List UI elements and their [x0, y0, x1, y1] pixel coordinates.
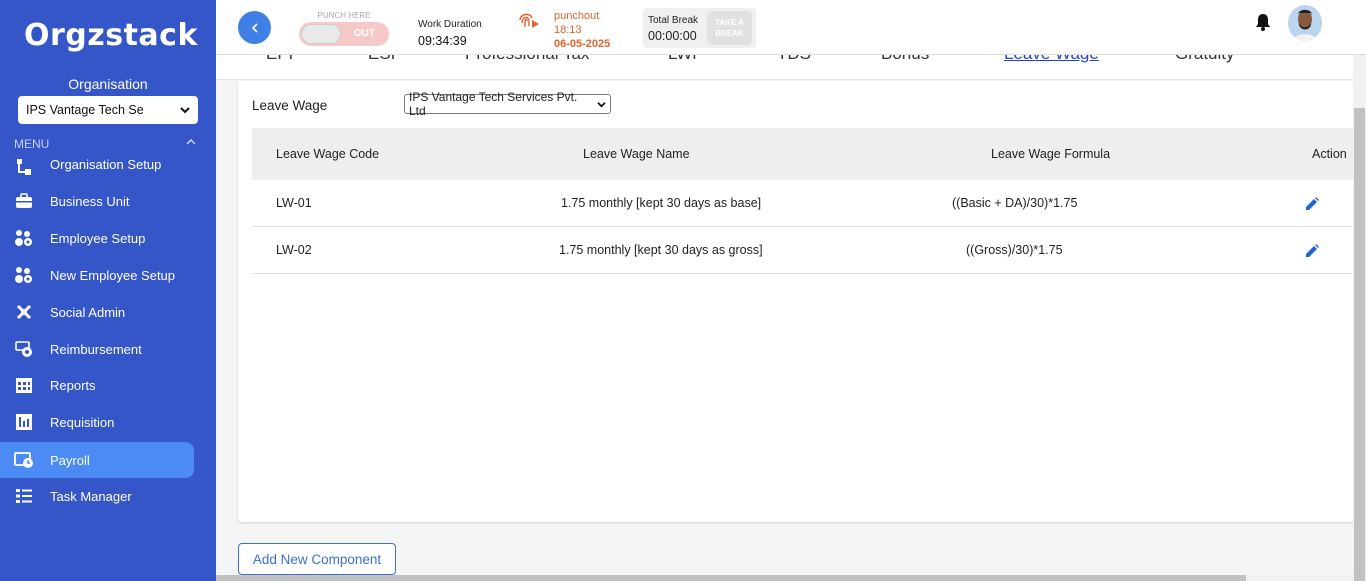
cell-name: 1.75 monthly [kept 30 days as gross]	[559, 243, 763, 257]
chevron-down-icon	[180, 103, 190, 117]
chevron-up-icon[interactable]	[186, 137, 196, 149]
sidebar-item-label: Social Admin	[50, 304, 126, 320]
sidebar-item-social-admin[interactable]: Social Admin	[0, 294, 194, 330]
vertical-scrollbar-thumb[interactable]	[1354, 108, 1365, 581]
table-header: Leave Wage Code Leave Wage Name Leave Wa…	[252, 128, 1355, 180]
punch-toggle-knob	[301, 24, 341, 44]
punchout-label: punchout	[554, 10, 600, 22]
users-gear-icon	[13, 264, 35, 286]
briefcase-icon	[13, 190, 35, 212]
punch-caption: PUNCH HERE	[317, 11, 371, 20]
company-select[interactable]: IPS Vantage Tech Services Pvt. Ltd	[404, 90, 611, 118]
edit-icon[interactable]	[1304, 243, 1320, 259]
column-header-formula: Leave Wage Formula	[991, 147, 1111, 161]
hierarchy-icon	[13, 157, 35, 179]
payroll-icon	[13, 449, 35, 471]
organisation-select[interactable]: IPS Vantage Tech Se	[18, 96, 198, 124]
organisation-label: Organisation	[68, 76, 148, 92]
leave-wage-table: Leave Wage Code Leave Wage Name Leave Wa…	[252, 128, 1355, 274]
sidebar: Orgzstack Organisation IPS Vantage Tech …	[0, 0, 216, 581]
column-header-code: Leave Wage Code	[276, 147, 380, 161]
users-gear-icon	[13, 227, 35, 249]
punchout-date: 06-05-2025	[554, 38, 611, 50]
cell-name: 1.75 monthly [kept 30 days as base]	[561, 196, 762, 210]
sidebar-item-task-manager[interactable]: Task Manager	[0, 478, 194, 514]
column-header-action: Action	[1312, 147, 1347, 161]
work-duration-label: Work Duration	[418, 19, 482, 30]
bell-icon[interactable]	[1255, 13, 1271, 31]
add-new-component-button[interactable]: Add New Component	[238, 543, 396, 575]
calendar-grid-icon	[13, 374, 35, 396]
chevron-left-icon	[251, 22, 258, 33]
total-break-value: 00:00:00	[648, 29, 697, 43]
punch-widget: PUNCH HERE OUT	[299, 11, 389, 46]
sidebar-item-reports[interactable]: Reports	[0, 367, 194, 403]
sidebar-item-label: Payroll	[50, 452, 90, 468]
sidebar-item-label: Reimbursement	[50, 341, 142, 357]
sidebar-item-label: Task Manager	[50, 488, 132, 504]
leave-wage-card: Leave Wage IPS Vantage Tech Services Pvt…	[238, 81, 1355, 522]
sidebar-item-business-unit[interactable]: Business Unit	[0, 183, 194, 219]
cell-formula: ((Basic + DA)/30)*1.75	[952, 196, 1078, 210]
sidebar-item-reimbursement[interactable]: Reimbursement	[0, 331, 194, 367]
app-logo: Orgzstack	[24, 18, 198, 53]
table-row: LW-02 1.75 monthly [kept 30 days as gros…	[252, 227, 1355, 274]
company-select-value: IPS Vantage Tech Services Pvt. Ltd	[409, 90, 578, 118]
punchout-info: punchout 18:13 06-05-2025	[554, 9, 610, 51]
table-row: LW-01 1.75 monthly [kept 30 days as base…	[252, 180, 1355, 227]
cell-code: LW-02	[276, 243, 312, 257]
total-break-label: Total Break	[648, 15, 699, 26]
sidebar-item-label: Business Unit	[50, 193, 130, 209]
edit-icon[interactable]	[1304, 196, 1320, 212]
punch-state: OUT	[353, 28, 375, 39]
chart-bars-icon	[13, 411, 35, 433]
horizontal-scrollbar-thumb[interactable]	[216, 575, 1246, 581]
task-list-icon	[13, 485, 35, 507]
cell-formula: ((Gross)/30)*1.75	[966, 243, 1063, 257]
sidebar-item-label: Employee Setup	[50, 230, 146, 246]
money-refresh-icon	[13, 338, 35, 360]
take-break-button[interactable]: TAKE A BREAK	[707, 11, 752, 45]
cell-code: LW-01	[276, 196, 312, 210]
punch-toggle[interactable]: OUT	[299, 22, 389, 46]
punchout-time: 18:13	[554, 24, 582, 36]
sidebar-item-payroll[interactable]: Payroll	[0, 442, 194, 478]
sidebar-item-new-employee-setup[interactable]: New Employee Setup	[0, 257, 194, 293]
sidebar-item-organisation-setup[interactable]: Organisation Setup	[0, 156, 194, 180]
sidebar-item-label: New Employee Setup	[50, 267, 176, 283]
joomla-icon	[13, 301, 35, 323]
avatar[interactable]	[1288, 5, 1322, 41]
organisation-select-value: IPS Vantage Tech Se	[26, 103, 144, 117]
column-header-name: Leave Wage Name	[583, 147, 690, 161]
work-duration-value: 09:34:39	[418, 34, 467, 48]
sidebar-item-label: Organisation Setup	[50, 156, 162, 172]
sidebar-item-requisition[interactable]: Requisition	[0, 404, 194, 440]
chevron-down-icon	[597, 97, 606, 111]
total-break: Total Break 00:00:00 TAKE A BREAK	[643, 8, 756, 48]
fingerprint-icon	[517, 10, 541, 32]
sidebar-item-employee-setup[interactable]: Employee Setup	[0, 220, 194, 256]
sidebar-item-label: Reports	[50, 377, 96, 393]
leave-wage-label: Leave Wage	[252, 98, 328, 113]
sidebar-item-label: Requisition	[50, 414, 115, 430]
topbar: PUNCH HERE OUT Work Duration 09:34:39 pu…	[216, 0, 1366, 55]
collapse-sidebar-button[interactable]	[238, 11, 271, 44]
work-duration: Work Duration 09:34:39	[418, 19, 482, 48]
menu-heading: MENU	[14, 137, 50, 151]
